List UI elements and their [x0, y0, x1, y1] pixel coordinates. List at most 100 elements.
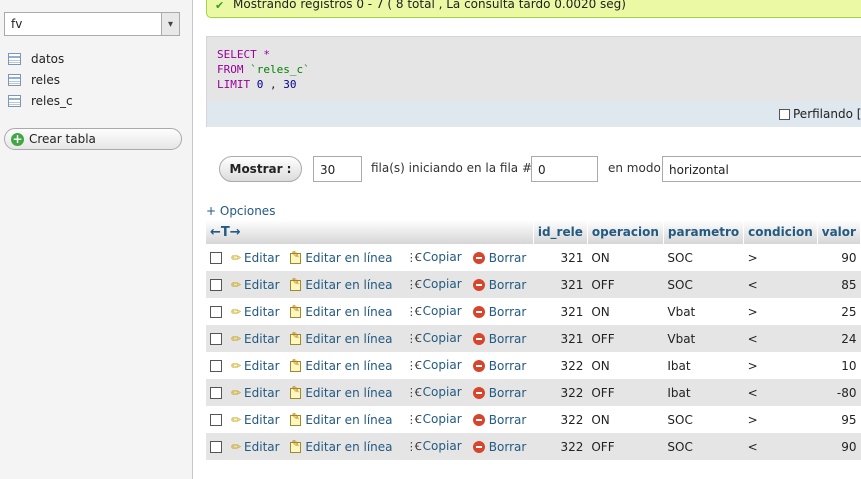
inline-edit-link[interactable]: Editar en línea — [286, 406, 402, 433]
row-checkbox[interactable] — [210, 440, 222, 453]
cell-parametro[interactable]: SOC — [663, 406, 744, 433]
start-row-input[interactable]: 0 — [531, 156, 598, 182]
cell-parametro[interactable]: Ibat — [663, 379, 744, 406]
copy-link[interactable]: ⋮Ꞓ Copiar — [401, 271, 469, 298]
cell-parametro[interactable]: SOC — [663, 244, 744, 271]
column-header-parametro[interactable]: parametro — [663, 220, 745, 244]
database-select[interactable]: fv ▾ — [4, 12, 180, 36]
delete-link[interactable]: Borrar — [468, 433, 534, 460]
cell-valor[interactable]: 85 — [817, 271, 861, 298]
rows-count-input[interactable]: 30 — [313, 156, 362, 182]
cell-valor[interactable]: 25 — [817, 298, 861, 325]
row-checkbox[interactable] — [210, 359, 222, 372]
row-checkbox[interactable] — [210, 251, 222, 264]
edit-link[interactable]: ✏ Editar — [226, 298, 287, 325]
edit-link[interactable]: ✏ Editar — [226, 352, 287, 379]
delete-link[interactable]: Borrar — [468, 244, 534, 271]
cell-valor[interactable]: -80 — [817, 379, 861, 406]
copy-link[interactable]: ⋮Ꞓ Copiar — [401, 433, 469, 460]
cell-condicion[interactable]: < — [743, 379, 818, 406]
cell-operacion[interactable]: ON — [587, 244, 664, 271]
show-button[interactable]: Mostrar : — [219, 156, 302, 182]
sidebar-table-label[interactable]: reles — [31, 73, 60, 87]
edit-link[interactable]: ✏ Editar — [226, 406, 287, 433]
cell-id-rele[interactable]: 322 — [533, 379, 588, 406]
cell-valor[interactable]: 90 — [817, 244, 861, 271]
copy-link[interactable]: ⋮Ꞓ Copiar — [401, 298, 469, 325]
cell-condicion[interactable]: > — [743, 298, 818, 325]
row-checkbox[interactable] — [210, 332, 222, 345]
edit-link[interactable]: ✏ Editar — [226, 325, 287, 352]
delete-link[interactable]: Borrar — [468, 271, 534, 298]
cell-parametro[interactable]: SOC — [663, 271, 744, 298]
cell-operacion[interactable]: OFF — [587, 325, 664, 352]
cell-id-rele[interactable]: 322 — [533, 406, 588, 433]
edit-link[interactable]: ✏ Editar — [226, 244, 287, 271]
cell-parametro[interactable]: SOC — [663, 433, 744, 460]
cell-operacion[interactable]: OFF — [587, 379, 664, 406]
delete-link[interactable]: Borrar — [468, 379, 534, 406]
copy-link[interactable]: ⋮Ꞓ Copiar — [401, 379, 469, 406]
column-header-operacion[interactable]: operacion — [587, 220, 664, 244]
profiling-checkbox[interactable] — [779, 108, 790, 120]
cell-parametro[interactable]: Vbat — [663, 298, 744, 325]
sidebar-table-label[interactable]: reles_c — [31, 94, 73, 108]
cell-id-rele[interactable]: 321 — [533, 298, 588, 325]
inline-edit-link[interactable]: Editar en línea — [286, 298, 402, 325]
cell-condicion[interactable]: > — [743, 244, 818, 271]
copy-link[interactable]: ⋮Ꞓ Copiar — [401, 406, 469, 433]
column-header-id-rele[interactable]: id_rele — [533, 220, 588, 244]
delete-link[interactable]: Borrar — [468, 352, 534, 379]
row-checkbox[interactable] — [210, 386, 222, 399]
cell-valor[interactable]: 90 — [817, 433, 861, 460]
create-table-button[interactable]: + Crear tabla — [4, 128, 182, 150]
copy-link[interactable]: ⋮Ꞓ Copiar — [401, 244, 469, 271]
inline-edit-link[interactable]: Editar en línea — [286, 325, 402, 352]
delete-link[interactable]: Borrar — [468, 325, 534, 352]
cell-valor[interactable]: 10 — [817, 352, 861, 379]
column-arrows-icon[interactable]: ←T→ — [210, 225, 241, 240]
cell-condicion[interactable]: < — [743, 433, 818, 460]
row-checkbox[interactable] — [210, 413, 222, 426]
cell-condicion[interactable]: < — [743, 325, 818, 352]
cell-condicion[interactable]: < — [743, 271, 818, 298]
cell-parametro[interactable]: Vbat — [663, 325, 744, 352]
inline-edit-link[interactable]: Editar en línea — [286, 352, 402, 379]
inline-edit-link[interactable]: Editar en línea — [286, 379, 402, 406]
copy-link[interactable]: ⋮Ꞓ Copiar — [401, 325, 469, 352]
cell-condicion[interactable]: > — [743, 406, 818, 433]
row-checkbox[interactable] — [210, 278, 222, 291]
edit-link[interactable]: ✏ Editar — [226, 271, 287, 298]
column-header-condicion[interactable]: condicion — [743, 220, 818, 244]
cell-id-rele[interactable]: 322 — [533, 433, 588, 460]
cell-id-rele[interactable]: 321 — [533, 325, 588, 352]
inline-edit-link[interactable]: Editar en línea — [286, 244, 402, 271]
cell-operacion[interactable]: ON — [587, 298, 664, 325]
cell-parametro[interactable]: Ibat — [663, 352, 744, 379]
inline-edit-link[interactable]: Editar en línea — [286, 433, 402, 460]
delete-link[interactable]: Borrar — [468, 406, 534, 433]
cell-condicion[interactable]: > — [743, 352, 818, 379]
cell-id-rele[interactable]: 321 — [533, 271, 588, 298]
sidebar-table-datos[interactable]: datos — [8, 50, 64, 68]
edit-link[interactable]: ✏ Editar — [226, 379, 287, 406]
sidebar-table-reles[interactable]: reles — [8, 71, 60, 89]
cell-operacion[interactable]: ON — [587, 406, 664, 433]
row-checkbox[interactable] — [210, 305, 222, 318]
profiling-checkbox-label[interactable]: Perfilando [ — [779, 107, 861, 121]
cell-id-rele[interactable]: 322 — [533, 352, 588, 379]
inline-edit-link[interactable]: Editar en línea — [286, 271, 402, 298]
cell-operacion[interactable]: OFF — [587, 271, 664, 298]
column-header-valor[interactable]: valor — [817, 220, 861, 244]
cell-valor[interactable]: 24 — [817, 325, 861, 352]
edit-link[interactable]: ✏ Editar — [226, 433, 287, 460]
cell-id-rele[interactable]: 321 — [533, 244, 588, 271]
delete-link[interactable]: Borrar — [468, 298, 534, 325]
sidebar-table-reles-c[interactable]: reles_c — [8, 92, 73, 110]
cell-operacion[interactable]: ON — [587, 352, 664, 379]
mode-select[interactable]: horizontal — [662, 156, 861, 182]
options-link[interactable]: + Opciones — [206, 204, 275, 218]
sidebar-table-label[interactable]: datos — [31, 52, 64, 66]
copy-link[interactable]: ⋮Ꞓ Copiar — [401, 352, 469, 379]
cell-valor[interactable]: 95 — [817, 406, 861, 433]
